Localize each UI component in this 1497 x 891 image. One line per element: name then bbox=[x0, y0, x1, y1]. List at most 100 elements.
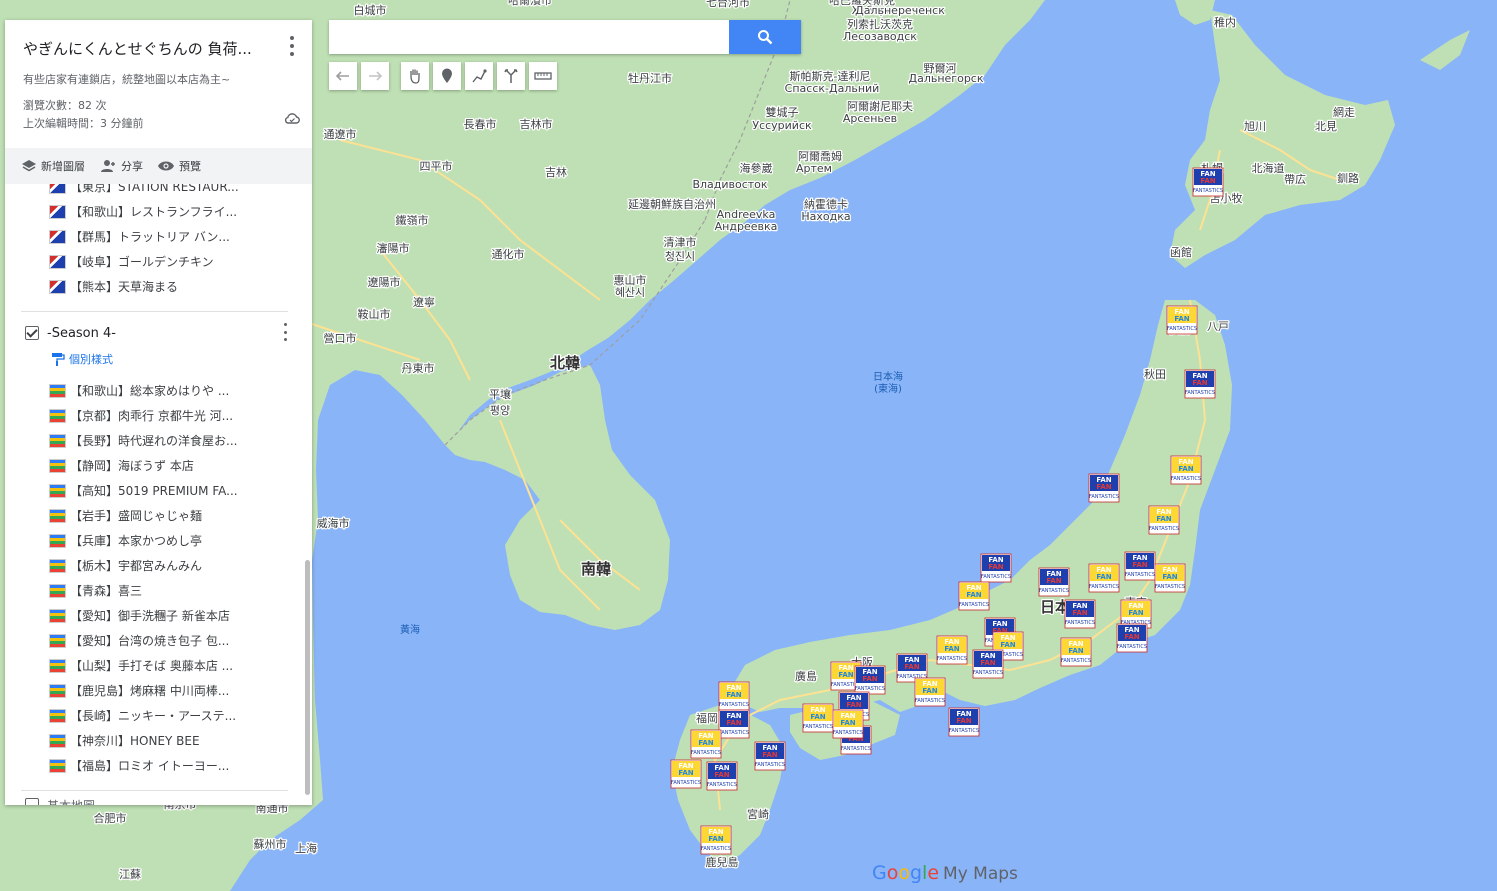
share-button[interactable]: 分享 bbox=[99, 158, 143, 174]
map-marker-icon[interactable]: FANFANFANTASTICS bbox=[754, 741, 786, 771]
undo-button[interactable] bbox=[329, 62, 357, 90]
list-item[interactable]: 【鹿児島】烤麻糬 中川両棒... bbox=[5, 678, 304, 703]
map-marker-icon[interactable]: FANFANFANTASTICS bbox=[706, 761, 738, 791]
city-label: 阿爾謝尼耶夫 bbox=[847, 99, 913, 113]
map-marker-icon[interactable]: FANFANFANTASTICS bbox=[1170, 455, 1202, 485]
map-marker-icon[interactable]: FANFANFANTASTICS bbox=[1166, 305, 1198, 335]
layers-icon bbox=[22, 160, 36, 172]
map-marker-icon[interactable]: FANFANFANTASTICS bbox=[700, 825, 732, 855]
map-marker-icon[interactable]: FANFANFANTASTICS bbox=[1184, 369, 1216, 399]
redo-button[interactable] bbox=[361, 62, 389, 90]
map-marker-icon[interactable]: FANFANFANTASTICS bbox=[718, 681, 750, 711]
list-item[interactable]: 【青森】喜三 bbox=[5, 578, 304, 603]
svg-text:FANTASTICS: FANTASTICS bbox=[1117, 644, 1147, 650]
map-options-menu-icon[interactable] bbox=[284, 36, 300, 56]
pan-tool-button[interactable] bbox=[401, 62, 429, 90]
city-label: 列索扎沃茨克 bbox=[847, 17, 913, 31]
map-marker-icon[interactable]: FANFANFANTASTICS bbox=[1116, 623, 1148, 653]
list-item[interactable]: 【岩手】盛岡じゃじゃ麺 bbox=[5, 503, 304, 528]
map-marker-icon[interactable]: FANFANFANTASTICS bbox=[1060, 637, 1092, 667]
city-label: 上海 bbox=[295, 841, 317, 855]
list-item[interactable]: 【和歌山】レストランフライ... bbox=[5, 199, 304, 224]
map-marker-icon[interactable]: FANFANFANTASTICS bbox=[832, 709, 864, 739]
map-marker-icon[interactable]: FANFANFANTASTICS bbox=[936, 635, 968, 665]
list-item[interactable]: 【和歌山】総本家めはりや ... bbox=[5, 378, 304, 403]
list-item[interactable]: 【京都】肉乖行 京都牛光 河... bbox=[5, 403, 304, 428]
map-marker-icon[interactable]: FANFANFANTASTICS bbox=[1192, 167, 1224, 197]
map-marker-icon[interactable]: FANFANFANTASTICS bbox=[1038, 567, 1070, 597]
list-item[interactable]: 【福島】ロミオ イトーヨー... bbox=[5, 753, 304, 778]
map-marker-icon[interactable]: FANFANFANTASTICS bbox=[948, 707, 980, 737]
layer-options-icon[interactable] bbox=[280, 323, 290, 341]
city-label: 瀋陽市 bbox=[377, 241, 410, 255]
marker-thumb-icon bbox=[49, 608, 66, 623]
list-item[interactable]: 【栃木】宇都宮みんみん bbox=[5, 553, 304, 578]
map-marker-icon[interactable]: FANFANFANTASTICS bbox=[1124, 551, 1156, 581]
layer-header-season4: -Season 4- bbox=[5, 318, 304, 348]
map-marker-icon[interactable]: FANFANFANTASTICS bbox=[802, 703, 834, 733]
layer-list[interactable]: 【東京】STATION RESTAUR... 【和歌山】レストランフライ... … bbox=[5, 184, 304, 805]
list-item[interactable]: 【山梨】手打そば 奥藤本店 ... bbox=[5, 653, 304, 678]
list-item[interactable]: 【東京】STATION RESTAUR... bbox=[5, 184, 304, 199]
list-item[interactable]: 【高知】5019 PREMIUM FA... bbox=[5, 478, 304, 503]
add-layer-button[interactable]: 新增圖層 bbox=[21, 158, 85, 174]
list-item[interactable]: 【群馬】トラットリア バン... bbox=[5, 224, 304, 249]
city-label: 清津市 bbox=[664, 235, 697, 249]
svg-text:FANTASTICS: FANTASTICS bbox=[671, 780, 701, 786]
city-label: 鐵嶺市 bbox=[396, 213, 429, 227]
layer-name[interactable]: -Season 4- bbox=[47, 326, 116, 341]
city-label: 평양 bbox=[490, 404, 510, 417]
list-item[interactable]: 【愛知】御手洗糰子 新雀本店 bbox=[5, 603, 304, 628]
map-marker-icon[interactable]: FANFANFANTASTICS bbox=[972, 649, 1004, 679]
city-label: 遼寧 bbox=[413, 295, 435, 309]
map-marker-icon[interactable]: FANFANFANTASTICS bbox=[670, 759, 702, 789]
list-item[interactable]: 【岐阜】ゴールデンチキン bbox=[5, 249, 304, 274]
layer-visibility-checkbox[interactable] bbox=[25, 798, 39, 805]
city-label: Лесозаводск bbox=[843, 30, 917, 43]
map-marker-icon[interactable]: FANFANFANTASTICS bbox=[1148, 505, 1180, 535]
map-marker-icon[interactable]: FANFANFANTASTICS bbox=[1088, 473, 1120, 503]
individual-style-link[interactable]: 個別樣式 bbox=[5, 348, 304, 370]
list-item[interactable]: 【静岡】海ぼうず 本店 bbox=[5, 453, 304, 478]
list-item[interactable]: 【愛知】台湾の焼き包子 包... bbox=[5, 628, 304, 653]
map-marker-icon[interactable]: FANFANFANTASTICS bbox=[1064, 599, 1096, 629]
layer-visibility-checkbox[interactable] bbox=[25, 326, 39, 340]
city-label: 網走 bbox=[1333, 105, 1355, 119]
search-button[interactable] bbox=[729, 20, 801, 54]
directions-button[interactable] bbox=[497, 62, 525, 90]
list-item[interactable]: 【兵庫】本家かつめし亭 bbox=[5, 528, 304, 553]
map-marker-icon[interactable]: FANFANFANTASTICS bbox=[718, 709, 750, 739]
svg-text:FANTASTICS: FANTASTICS bbox=[691, 750, 721, 756]
google-my-maps-logo: Google My Maps bbox=[872, 862, 1018, 884]
marker-thumb-icon bbox=[49, 683, 66, 698]
search-input[interactable] bbox=[329, 20, 729, 54]
measure-button[interactable] bbox=[529, 62, 557, 90]
list-item[interactable]: 【神奈川】HONEY BEE bbox=[5, 728, 304, 753]
map-marker-icon[interactable]: FANFANFANTASTICS bbox=[854, 665, 886, 695]
svg-text:FAN: FAN bbox=[840, 719, 855, 727]
season4-list: 【和歌山】総本家めはりや ... 【京都】肉乖行 京都牛光 河... 【長野】時代遅… bbox=[5, 378, 304, 778]
panel-scrollbar[interactable] bbox=[305, 560, 310, 795]
draw-line-button[interactable] bbox=[465, 62, 493, 90]
preview-button[interactable]: 預覽 bbox=[157, 158, 201, 174]
layer-divider bbox=[21, 311, 288, 312]
map-marker-icon[interactable]: FANFANFANTASTICS bbox=[1154, 563, 1186, 593]
marker-thumb-icon bbox=[49, 733, 66, 748]
list-item[interactable]: 【長野】時代遅れの洋食屋お... bbox=[5, 428, 304, 453]
map-marker-icon[interactable]: FANFANFANTASTICS bbox=[958, 581, 990, 611]
city-label: 帶広 bbox=[1284, 173, 1306, 186]
list-item[interactable]: 【長崎】ニッキー・アーステ... bbox=[5, 703, 304, 728]
layer-name[interactable]: 基本地圖 bbox=[47, 797, 95, 806]
map-marker-icon[interactable]: FANFANFANTASTICS bbox=[980, 553, 1012, 583]
map-marker-icon[interactable]: FANFANFANTASTICS bbox=[914, 677, 946, 707]
marker-thumb-icon bbox=[49, 204, 66, 219]
list-item[interactable]: 【熊本】天草海まる bbox=[5, 274, 304, 299]
map-marker-icon[interactable]: FANFANFANTASTICS bbox=[690, 729, 722, 759]
map-marker-icon[interactable]: FANFANFANTASTICS bbox=[1088, 563, 1120, 593]
svg-text:FANTASTICS: FANTASTICS bbox=[915, 698, 945, 704]
cloud-saved-icon[interactable] bbox=[284, 112, 300, 124]
map-title[interactable]: やぎんにくんとせぐちんの 負荷... bbox=[23, 38, 268, 59]
city-label: 惠山市 bbox=[614, 273, 647, 287]
svg-text:FAN: FAN bbox=[810, 713, 825, 721]
add-marker-button[interactable] bbox=[433, 62, 461, 90]
